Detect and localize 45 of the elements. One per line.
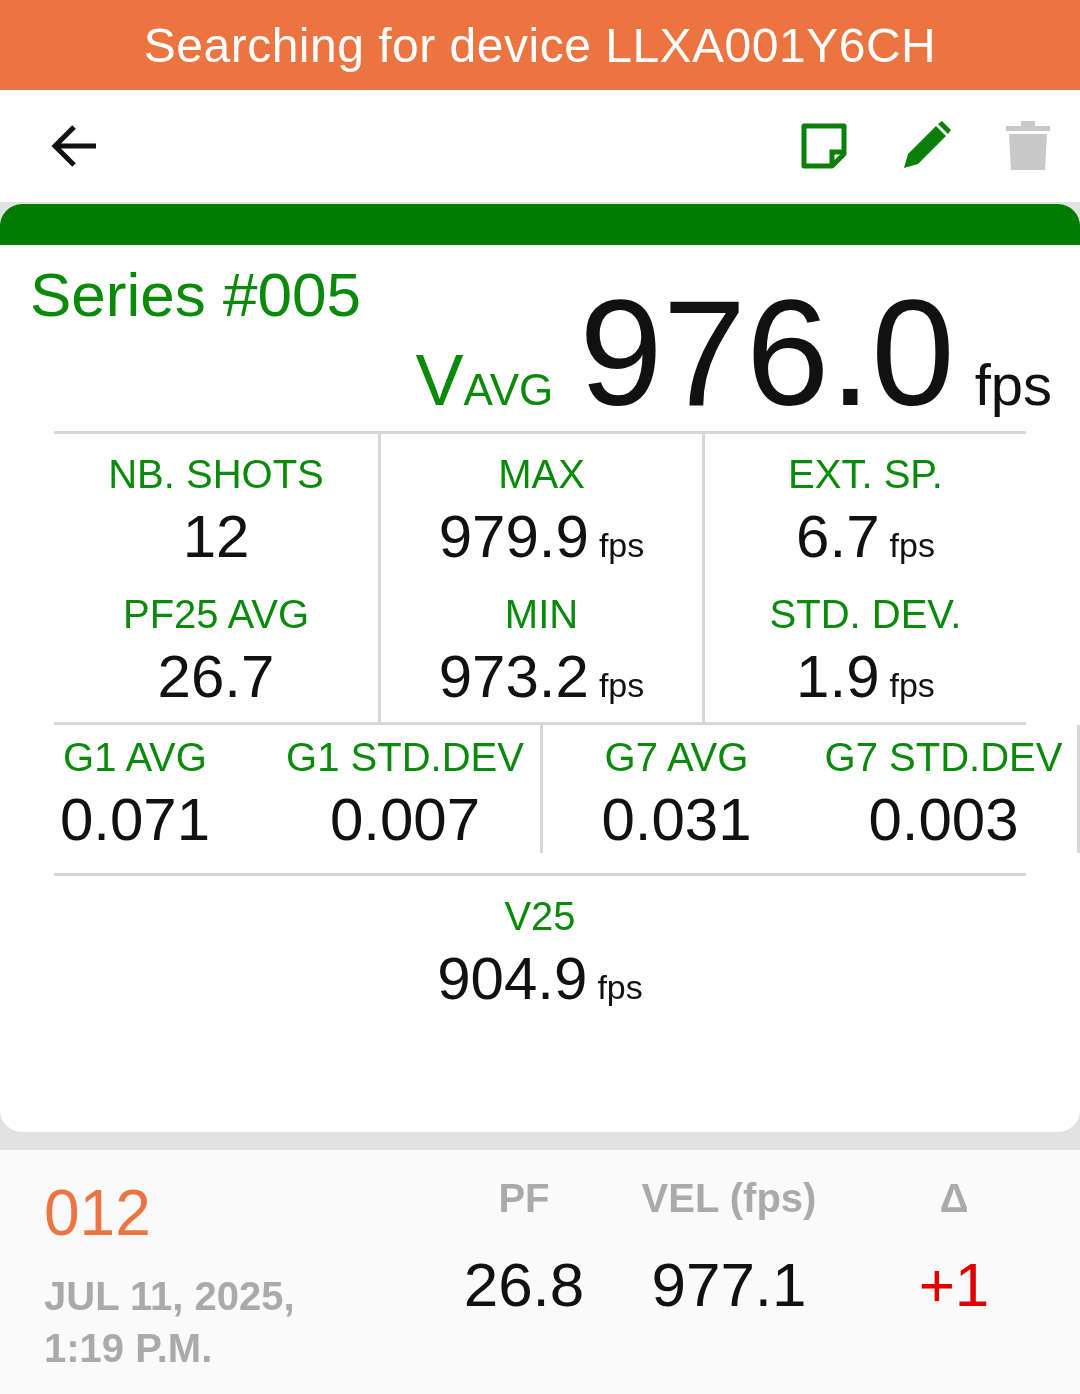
stat-label: G1 STD.DEV [286, 735, 524, 779]
stat-label: STD. DEV. [769, 592, 962, 636]
stat-value: 0.071 [59, 787, 211, 853]
stat-label: V25 [504, 894, 576, 938]
velocity-label: V [415, 339, 464, 421]
stat-value: 0.031 [601, 787, 752, 853]
shot-value: +1 [918, 1249, 990, 1320]
stat-value: 26.7 [157, 644, 275, 710]
stat-value: 0.007 [329, 787, 481, 853]
stat-value: 6.7 [796, 504, 880, 570]
back-arrow-icon [50, 124, 98, 168]
stat-value: 979.9 [438, 504, 589, 570]
unit-label: fps [598, 526, 645, 565]
average-velocity: 976.0 [579, 268, 955, 439]
velocity-subscript: AVG [463, 365, 554, 415]
unit-label: fps [974, 351, 1052, 418]
column-header: VEL (fps) [641, 1176, 817, 1221]
unit-label: fps [597, 968, 643, 1007]
stat-label: PF25 AVG [123, 592, 309, 636]
stat-label: MAX [498, 452, 585, 496]
trash-icon [1006, 120, 1050, 172]
stat-value: 1.9 [796, 644, 880, 710]
series-title: Series #005 [30, 259, 361, 330]
stat-value: 0.003 [868, 787, 1019, 853]
stat-label: G7 AVG [604, 735, 749, 779]
unit-label: fps [598, 666, 645, 705]
unit-label: fps [889, 666, 935, 705]
column-header: Δ [939, 1176, 969, 1221]
unit-label: fps [889, 526, 935, 565]
stat-label: G7 STD.DEV [824, 735, 1063, 779]
stat-label: EXT. SP. [788, 452, 943, 496]
stat-label: G1 AVG [63, 735, 207, 779]
stat-label: MIN [504, 592, 579, 636]
banner-text: Searching for device LLXA001Y6CH [143, 17, 937, 73]
stat-value: 973.2 [438, 644, 589, 710]
shot-value: 26.8 [463, 1249, 585, 1320]
column-header: PF [498, 1176, 550, 1221]
stat-value: 12 [182, 504, 250, 570]
shot-number: 012 [44, 1176, 152, 1250]
stat-label: NB. SHOTS [108, 452, 324, 496]
shot-row[interactable]: 012 JUL 11, 2025, 1:19 P.M. PF 26.8 VEL (fps) 977.1 Δ +1 [0, 1150, 1080, 1394]
stat-value: 904.9 [437, 946, 588, 1012]
shot-value: 977.1 [651, 1249, 807, 1320]
shot-date: JUL 11, 2025, 1:19 P.M. [44, 1273, 296, 1372]
note-icon [800, 122, 848, 170]
